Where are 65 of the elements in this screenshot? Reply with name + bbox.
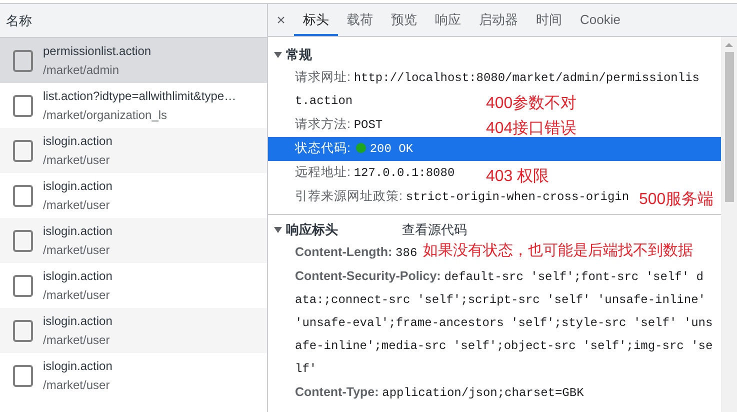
header-field: 状态代码: 200 OK [295, 137, 414, 161]
request-path: /market/user [43, 286, 110, 304]
file-icon [13, 140, 33, 162]
annotation-text: 400参数不对 [486, 94, 577, 114]
request-name: permissionlist.action [43, 42, 152, 60]
tab[interactable]: 标头 [294, 4, 338, 36]
header-field: 引荐来源网址政策: strict-origin-when-cross-origin [295, 185, 630, 209]
request-row[interactable]: islogin.action /market/user [0, 308, 267, 353]
annotation-text: 403 权限 [486, 167, 550, 187]
header-field: 请求方法: POST [295, 113, 383, 137]
file-icon [13, 274, 33, 296]
caret-icon[interactable] [274, 52, 282, 58]
request-path: /market/user [43, 152, 110, 168]
field-value: 'unsafe-eval';frame-ancestors 'self';style-src 'self' 'uns [295, 315, 713, 332]
request-name: islogin.action [43, 268, 112, 284]
request-name: islogin.action [43, 222, 112, 240]
header-field: Content-Type: application/json;charset=GBK [295, 381, 584, 405]
tab[interactable]: Cookie [571, 4, 630, 36]
tab[interactable]: 时间 [527, 4, 571, 36]
field-value: lf' [295, 361, 317, 378]
request-path: /market/user [43, 376, 110, 394]
header-field: Content-Security-Policy: default-src 'self';font-src 'self' d [295, 265, 704, 289]
request-row[interactable]: permissionlist.action /market/admin [0, 38, 267, 83]
header-field: 请求网址: http://localhost:8080/market/admin/permissionlis [295, 66, 700, 90]
request-row[interactable]: islogin.action /market/user [0, 173, 267, 218]
section-title[interactable]: 响应标头 [286, 220, 338, 240]
request-path: /market/admin [43, 62, 120, 78]
request-name: list.action?idtype=allwithlimit&type… [43, 88, 236, 104]
scrollbar[interactable] [721, 37, 737, 412]
request-row[interactable]: islogin.action /market/user [0, 263, 267, 308]
close-button[interactable]: × [268, 4, 294, 36]
request-name: islogin.action [43, 178, 112, 194]
field-value: afe-inline';media-src 'self';object-src 'self';img-src 'se [295, 338, 713, 355]
annotation-text: 404接口错误 [486, 119, 577, 139]
header-field: 远程地址: 127.0.0.1:8080 [295, 161, 455, 185]
file-icon [13, 320, 33, 342]
file-icon [13, 364, 33, 386]
request-row[interactable]: list.action?idtype=allwithlimit&type… /market/organization_ls [0, 83, 267, 128]
file-icon [13, 94, 33, 116]
tab[interactable]: 预览 [382, 4, 426, 36]
column-header: 名称 [0, 4, 267, 38]
field-value: t.action [295, 93, 353, 110]
request-path: /market/user [43, 242, 110, 258]
request-path: /market/organization_ls [43, 106, 168, 124]
request-name: islogin.action [43, 312, 112, 330]
file-icon [13, 50, 33, 72]
request-row[interactable]: islogin.action /market/user [0, 353, 267, 398]
annotation-text: 如果没有状态，也可能是后端找不到数据 [423, 241, 693, 261]
request-path: /market/user [43, 332, 110, 348]
annotation-text: 500服务端 [639, 190, 714, 210]
request-row[interactable]: islogin.action /market/user [0, 218, 267, 263]
section-title[interactable]: 常规 [286, 45, 312, 65]
field-value: ata:;connect-src 'self';script-src 'self' 'unsafe-inline' [295, 292, 706, 309]
tab[interactable]: 启动器 [470, 4, 527, 36]
request-name: islogin.action [43, 358, 112, 374]
tab[interactable]: 响应 [426, 4, 470, 36]
request-row[interactable]: islogin.action /market/user [0, 128, 267, 173]
view-source-link[interactable]: 查看源代码 [402, 220, 467, 240]
file-icon [13, 184, 33, 206]
header-field: Content-Length: 386 [295, 241, 418, 265]
caret-icon[interactable] [274, 227, 282, 233]
tab[interactable]: 载荷 [338, 4, 382, 36]
request-name: islogin.action [43, 132, 112, 150]
file-icon [13, 230, 33, 252]
request-path: /market/user [43, 196, 110, 214]
